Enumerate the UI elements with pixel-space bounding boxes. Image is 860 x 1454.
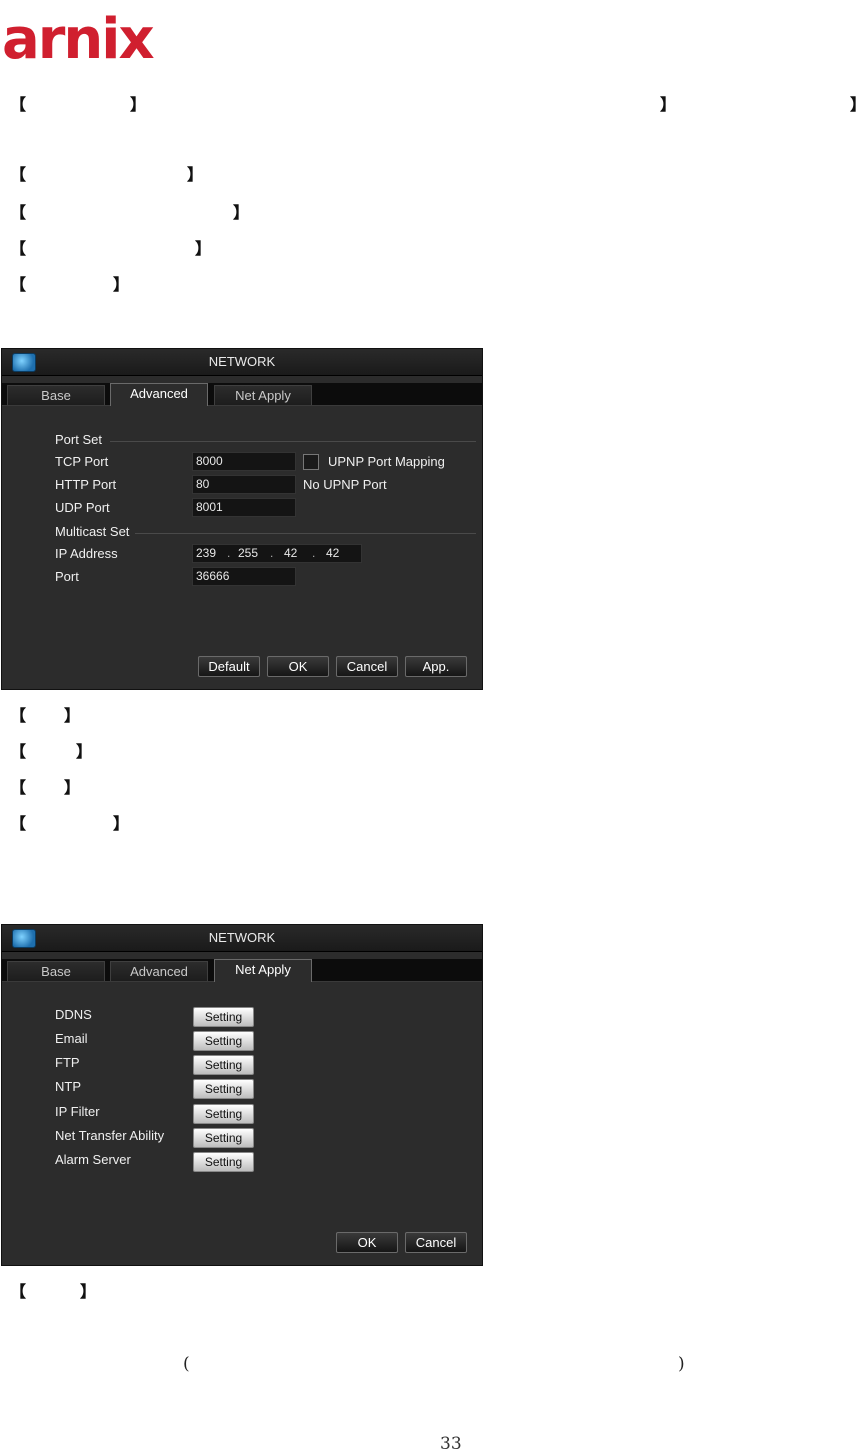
apply-button[interactable]: App. [405,656,467,677]
bracket-close: 】 [130,95,147,114]
tab-advanced[interactable]: Advanced [110,383,208,406]
ip-octet-2: 255 [238,546,259,560]
default-button[interactable]: Default [198,656,260,677]
tcp-port-input[interactable]: 8000 [192,452,296,471]
ip-filter-setting-button[interactable]: Setting [193,1104,254,1124]
section-divider [135,533,476,534]
tab-base[interactable]: Base [7,385,105,405]
bracket-close: 】 [64,778,81,797]
ip-dot: . [270,546,274,560]
bracket-close: 】 [113,275,130,294]
tab-net-apply[interactable]: Net Apply [214,959,312,982]
ddns-label: DDNS [55,1007,92,1022]
ip-dot: . [312,546,316,560]
alarm-server-setting-button[interactable]: Setting [193,1152,254,1172]
bracket-close: 】 [187,165,204,184]
window-title: NETWORK [208,354,276,369]
email-setting-button[interactable]: Setting [193,1031,254,1051]
bracket-close: 】 [850,95,860,115]
upnp-checkbox-label: UPNP Port Mapping [328,454,445,469]
window-titlebar: NETWORK [2,349,482,376]
cancel-button[interactable]: Cancel [336,656,398,677]
section-divider [110,441,476,442]
multicast-set-label: Multicast Set [55,524,130,539]
udp-port-label: UDP Port [55,500,110,515]
bracket-close: 】 [233,203,250,222]
udp-port-input[interactable]: 8001 [192,498,296,517]
ftp-label: FTP [55,1055,80,1070]
ok-button[interactable]: OK [267,656,329,677]
paren-open: ( [183,1354,190,1374]
net-transfer-ability-label: Net Transfer Ability [55,1128,165,1143]
bracket-open: 【 [10,778,27,797]
tab-advanced[interactable]: Advanced [110,961,208,981]
upnp-checkbox[interactable] [303,454,319,470]
bracket-close: 】 [113,814,130,833]
ip-address-label: IP Address [55,546,118,561]
ip-octet-3: 42 [284,546,298,560]
ip-filter-label: IP Filter [55,1104,100,1119]
email-label: Email [55,1031,88,1046]
tab-bar: Base Advanced Net Apply [2,383,482,406]
ntp-label: NTP [55,1079,81,1094]
ip-octet-4: 42 [326,546,340,560]
bracket-open: 【 [10,814,27,833]
multicast-port-input[interactable]: 36666 [192,567,296,586]
http-port-input[interactable]: 80 [192,475,296,494]
page-number: 33 [440,1434,462,1454]
net-transfer-ability-setting-button[interactable]: Setting [193,1128,254,1148]
bracket-open: 【 [10,165,27,184]
tab-base[interactable]: Base [7,961,105,981]
ok-button[interactable]: OK [336,1232,398,1253]
tcp-port-label: TCP Port [55,454,109,469]
bracket-open: 【 [10,275,27,294]
bracket-open: 【 [10,95,27,114]
bracket-close: 】 [660,95,677,114]
paren-close: ) [678,1354,685,1374]
ip-octet-1: 239 [196,546,217,560]
logo-text: arnix [2,8,154,68]
multicast-port-label: Port [55,569,79,584]
upnp-status-text: No UPNP Port [303,477,387,492]
ntp-setting-button[interactable]: Setting [193,1079,254,1099]
network-window-advanced: NETWORK Base Advanced Net Apply Port Set… [1,348,483,690]
bracket-open: 【 [10,1282,27,1301]
tab-bar: Base Advanced Net Apply [2,959,482,982]
ftp-setting-button[interactable]: Setting [193,1055,254,1075]
window-titlebar: NETWORK [2,925,482,952]
bracket-open: 【 [10,706,27,725]
ddns-setting-button[interactable]: Setting [193,1007,254,1027]
arnix-logo: arnix [2,8,156,68]
bracket-open: 【 [10,239,27,258]
bracket-close: 】 [80,1282,97,1301]
ip-dot: . [227,546,231,560]
tab-net-apply[interactable]: Net Apply [214,385,312,405]
bracket-close: 】 [76,742,93,761]
network-window-net-apply: NETWORK Base Advanced Net Apply DDNS Set… [1,924,483,1266]
http-port-label: HTTP Port [55,477,117,492]
alarm-server-label: Alarm Server [55,1152,131,1167]
port-set-label: Port Set [55,432,102,447]
bracket-close: 】 [195,239,212,258]
bracket-close: 】 [64,706,81,725]
window-title: NETWORK [208,930,276,945]
cancel-button[interactable]: Cancel [405,1232,467,1253]
bracket-open: 【 [10,203,27,222]
bracket-open: 【 [10,742,27,761]
